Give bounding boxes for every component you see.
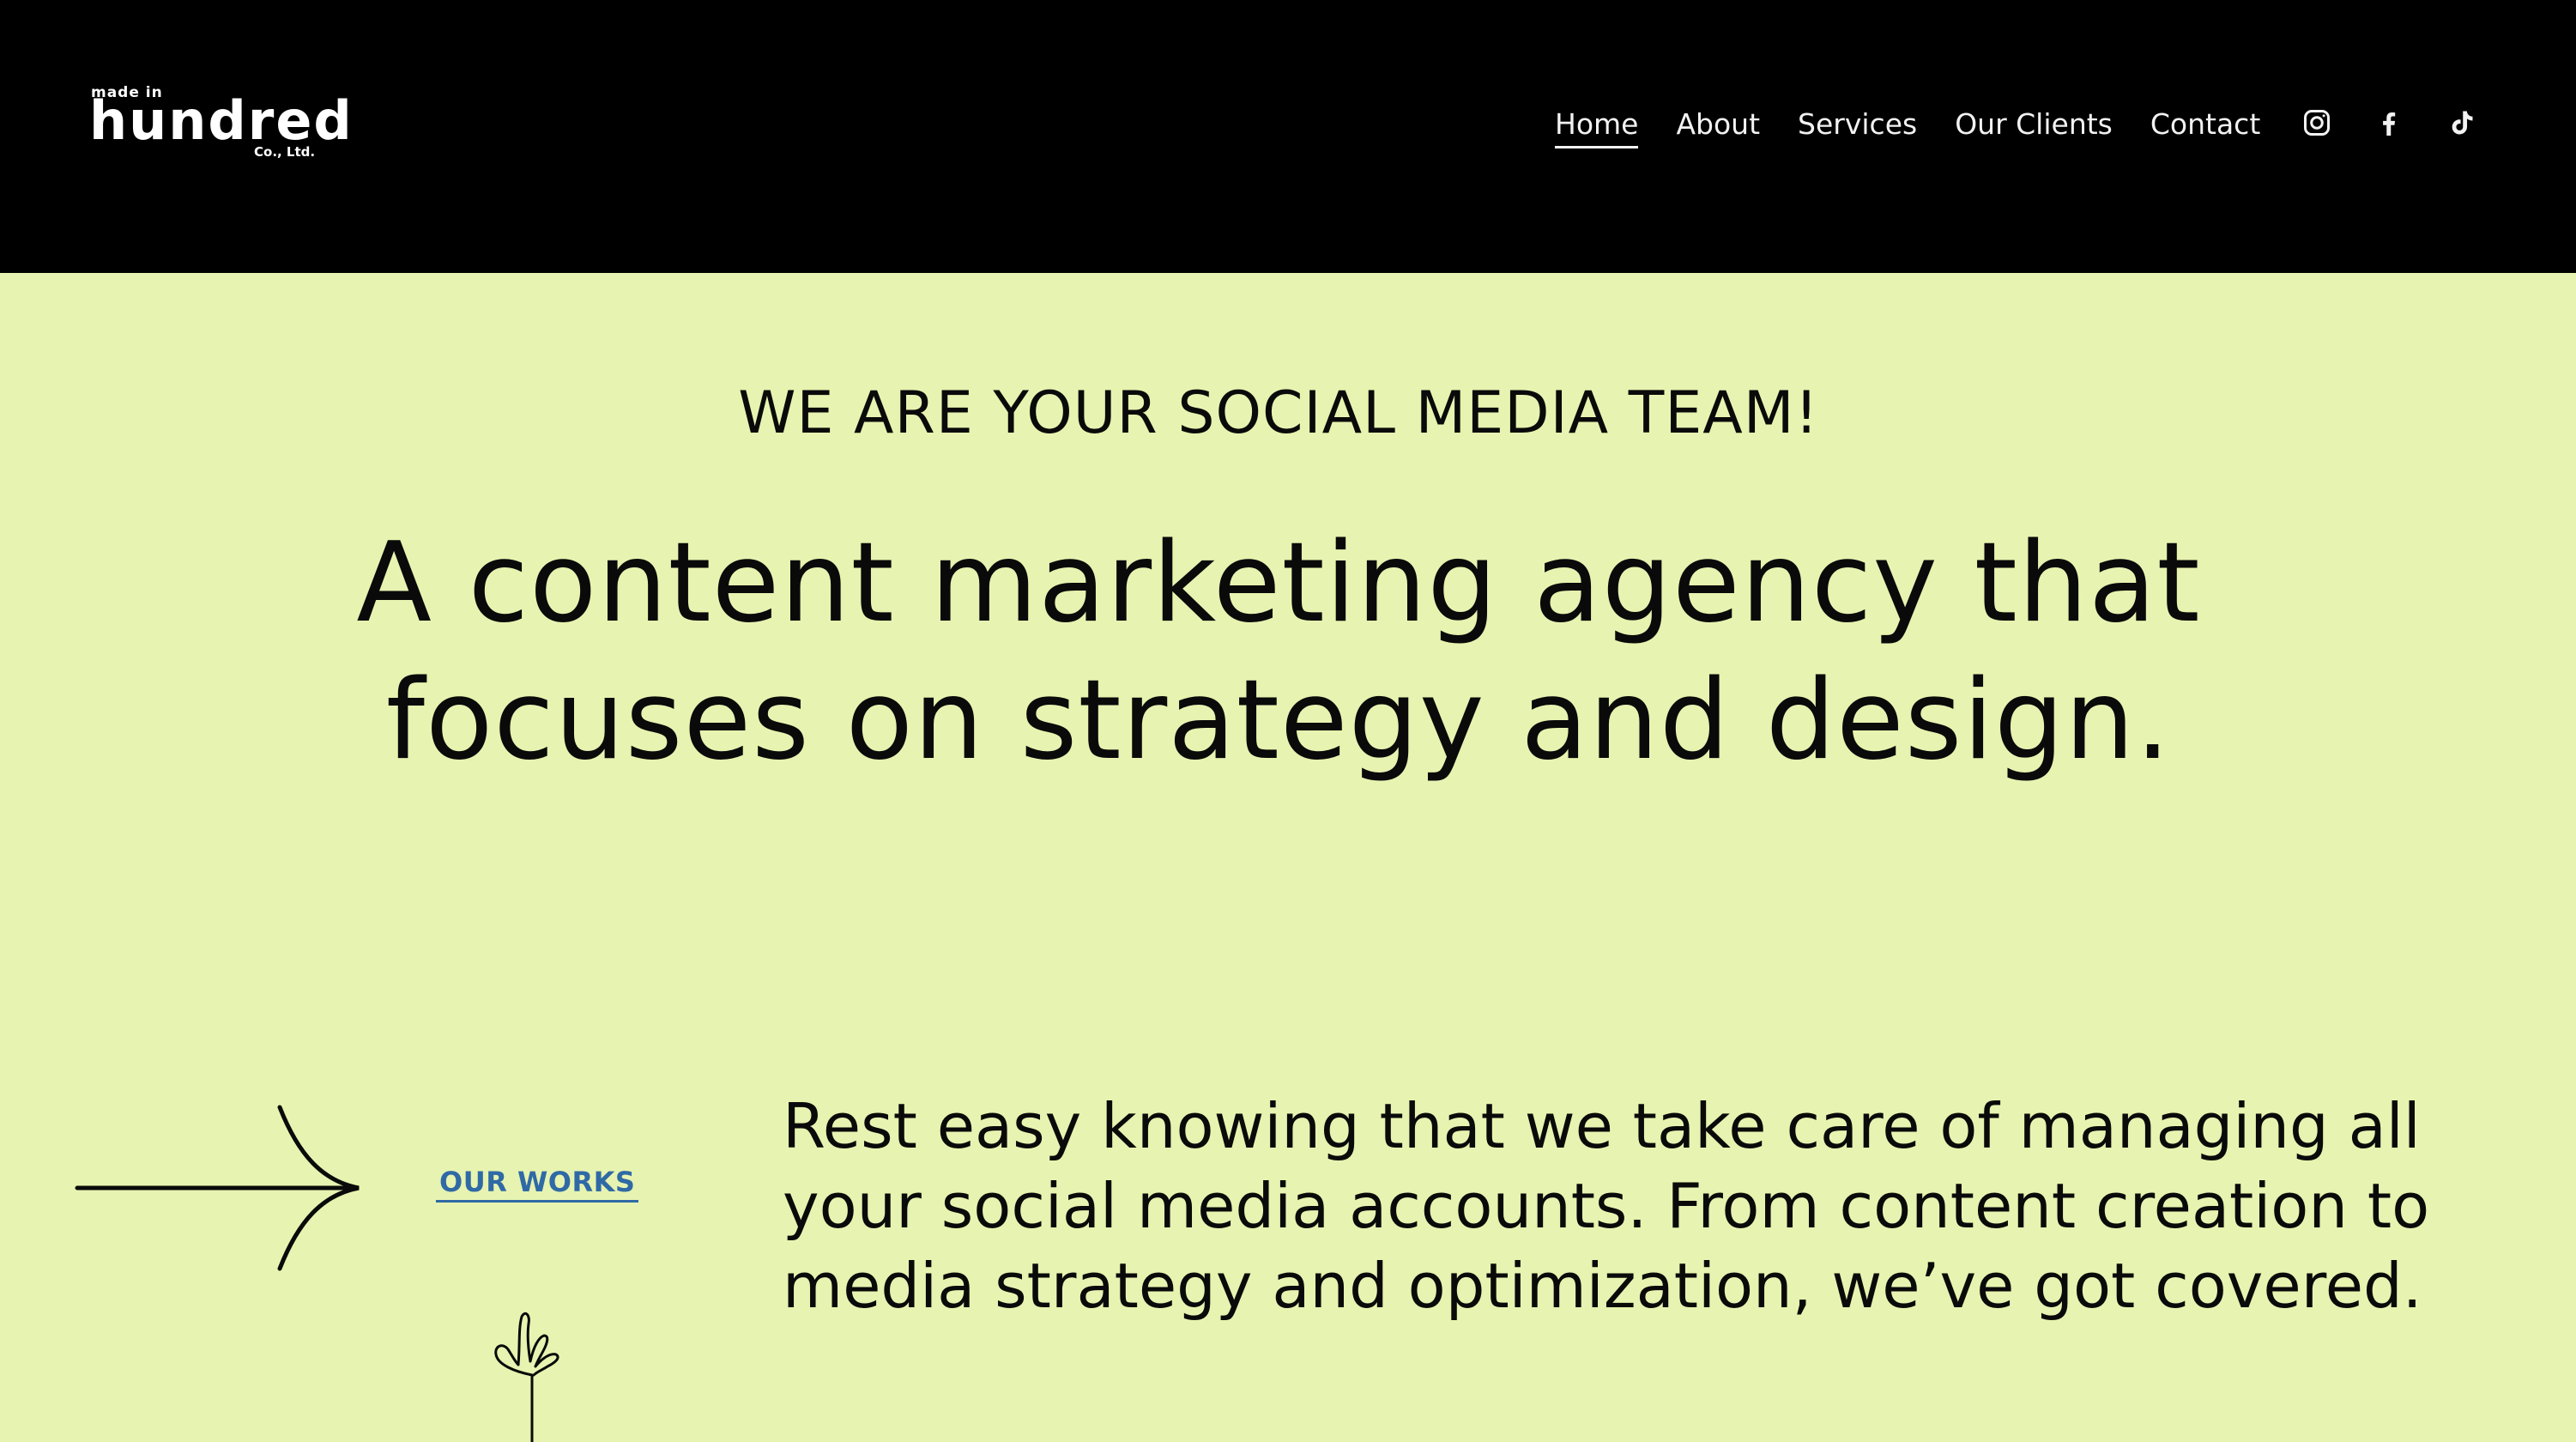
headline-line-1: A content marketing agency that (356, 519, 2201, 647)
intro-paragraph: Rest easy knowing that we take care of m… (783, 1087, 2499, 1326)
arrow-icon (75, 1105, 360, 1271)
instagram-icon[interactable] (2300, 106, 2334, 140)
headline-highlight-text: strategy and design. (1019, 657, 2172, 785)
hero-eyebrow: WE ARE YOUR SOCIAL MEDIA TEAM! (738, 379, 1819, 447)
site-logo[interactable]: made in hundred Co., Ltd. (89, 82, 352, 165)
facebook-icon[interactable] (2372, 106, 2406, 140)
intro-line-1: Rest easy knowing that we take care of m… (783, 1090, 2421, 1162)
intro-line-3: media strategy and optimization, we’ve g… (783, 1250, 2422, 1322)
headline-highlight: strategy and design. (1011, 652, 2180, 797)
logo-suffix-text: Co., Ltd. (254, 144, 316, 160)
nav-link-services[interactable]: Services (1798, 106, 1917, 143)
main-nav: Home About Services Our Clients Contact (1555, 103, 2298, 148)
site-header: made in hundred Co., Ltd. Home About Ser… (0, 0, 2576, 273)
logo-main-text: hundred (89, 89, 354, 152)
nav-link-our-clients[interactable]: Our Clients (1955, 106, 2113, 143)
hand-doodle-icon (494, 1312, 559, 1442)
headline-line-2: focuses on strategy and design. (0, 652, 2557, 797)
nav-link-contact[interactable]: Contact (2150, 106, 2260, 143)
nav-link-home[interactable]: Home (1555, 106, 1639, 148)
social-links (2300, 101, 2516, 144)
tiktok-icon[interactable] (2444, 106, 2478, 140)
hero-headline: A content marketing agency that focuses … (0, 515, 2557, 797)
our-works-link[interactable]: OUR WORKS (436, 1166, 639, 1203)
headline-line-2-prefix: focuses on (385, 657, 1020, 785)
nav-link-about[interactable]: About (1676, 106, 1760, 143)
intro-line-2: your social media accounts. From content… (783, 1170, 2430, 1242)
